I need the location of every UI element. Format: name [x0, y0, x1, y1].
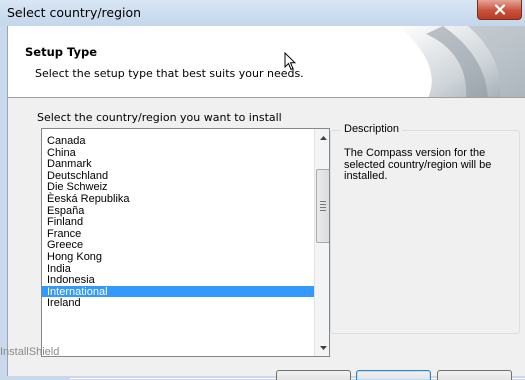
- installshield-label: InstallShield: [0, 346, 60, 358]
- scroll-thumb[interactable]: [316, 169, 329, 243]
- arrow-down-icon: [319, 345, 327, 350]
- list-item[interactable]: Hong Kong: [42, 251, 314, 263]
- scroll-up-button[interactable]: [315, 129, 329, 146]
- title-bar: Select country/region: [0, 0, 525, 26]
- list-item[interactable]: Greece: [42, 239, 314, 252]
- header-banner: Setup Type Select the setup type that be…: [8, 26, 525, 98]
- setup-type-subtitle: Select the setup type that best suits yo…: [35, 67, 304, 80]
- list-item[interactable]: China: [42, 147, 314, 159]
- close-button[interactable]: [477, 0, 522, 20]
- banner-graphic: [368, 26, 525, 97]
- list-scrollbar[interactable]: [314, 129, 329, 356]
- list-item[interactable]: Ireland: [42, 297, 314, 310]
- list-item-selected[interactable]: International: [42, 285, 314, 298]
- cancel-button[interactable]: [437, 370, 512, 380]
- list-item[interactable]: India: [42, 263, 314, 275]
- country-listbox[interactable]: Canada China Danmark Deutschland Die Sch…: [41, 128, 330, 357]
- country-list: Canada China Danmark Deutschland Die Sch…: [42, 135, 314, 309]
- description-label: Description: [341, 123, 403, 135]
- list-item[interactable]: Canada: [42, 135, 314, 147]
- list-item[interactable]: Èeská Republika: [42, 193, 314, 205]
- back-button[interactable]: [276, 370, 351, 380]
- scroll-down-button[interactable]: [315, 339, 329, 356]
- list-item[interactable]: Die Schweiz: [42, 181, 314, 194]
- window-title: Select country/region: [7, 5, 142, 20]
- list-item[interactable]: España: [42, 205, 314, 217]
- dialog-client: Setup Type Select the setup type that be…: [7, 26, 525, 379]
- close-icon: [494, 4, 505, 15]
- country-prompt: Select the country/region you want to in…: [37, 111, 282, 124]
- mouse-pointer-icon: [284, 52, 296, 71]
- list-item[interactable]: Finland: [42, 216, 314, 228]
- arrow-up-icon: [319, 135, 327, 140]
- list-item[interactable]: France: [42, 228, 314, 240]
- grip-icon: [320, 199, 326, 213]
- description-text: The Compass version for the selected cou…: [344, 147, 492, 182]
- list-item[interactable]: Indonesia: [42, 274, 314, 286]
- list-item[interactable]: Deutschland: [42, 170, 314, 182]
- list-item[interactable]: Danmark: [42, 158, 314, 170]
- setup-type-title: Setup Type: [25, 45, 98, 59]
- next-button[interactable]: [356, 370, 431, 380]
